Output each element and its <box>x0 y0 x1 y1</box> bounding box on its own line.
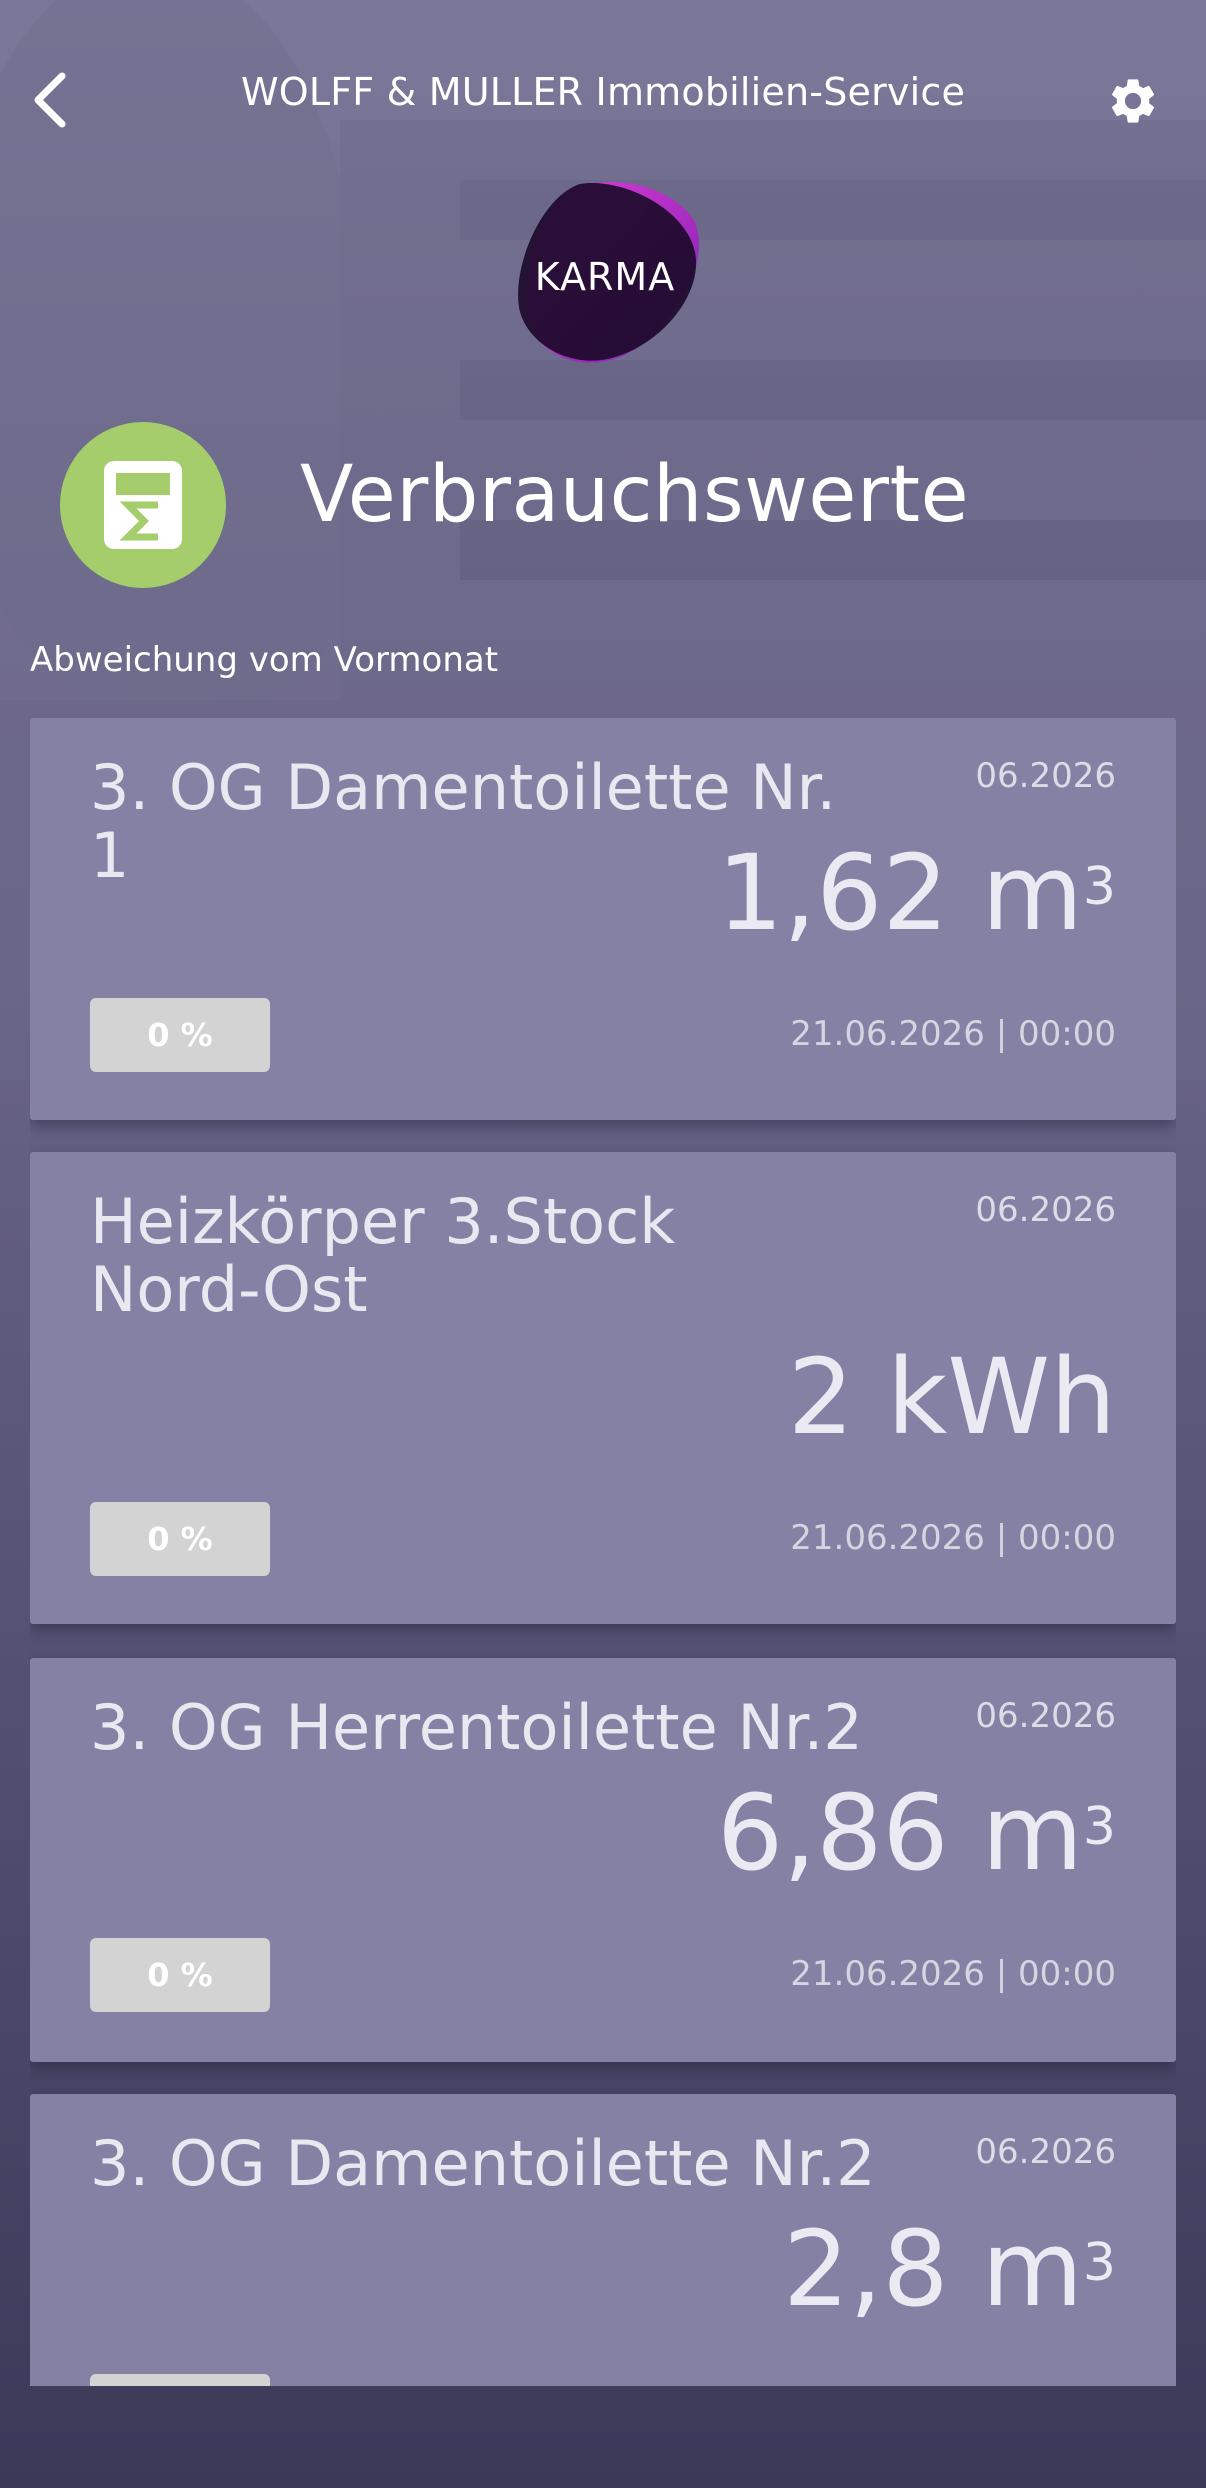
meter-card[interactable]: 3. OG Herrentoilette Nr.2 06.2026 6,86 m… <box>30 1658 1176 2062</box>
meter-value: 2,8 m3 <box>783 2208 1116 2330</box>
gear-icon <box>1111 79 1155 123</box>
meter-card[interactable]: 3. OG Damentoilette Nr. 1 06.2026 1,62 m… <box>30 718 1176 1120</box>
meter-name: Heizkörper 3.Stock Nord-Ost <box>90 1185 676 1326</box>
change-badge: 0 % <box>90 2374 270 2386</box>
meter-value: 1,62 m3 <box>716 832 1116 954</box>
meter-month: 06.2026 <box>975 1696 1116 1736</box>
header-title: WOLFF & MULLER Immobilien-Service <box>240 70 966 114</box>
settings-button[interactable] <box>1100 68 1166 134</box>
chevron-left-icon <box>34 72 66 128</box>
meter-timestamp: 21.06.2026 | 00:00 <box>790 1954 1116 1994</box>
deviation-subtitle: Abweichung vom Vormonat <box>30 640 499 680</box>
meter-value: 2 kWh <box>787 1336 1116 1458</box>
meter-month: 06.2026 <box>975 1190 1116 1230</box>
meter-card[interactable]: Heizkörper 3.Stock Nord-Ost 06.2026 2 kW… <box>30 1152 1176 1624</box>
meter-list[interactable]: 3. OG Damentoilette Nr. 1 06.2026 1,62 m… <box>30 718 1176 2386</box>
app-header: WOLFF & MULLER Immobilien-Service <box>0 0 1206 200</box>
meter-sum-icon <box>104 461 182 549</box>
change-badge: 0 % <box>90 1938 270 2012</box>
meter-card[interactable]: 3. OG Damentoilette Nr.2 06.2026 2,8 m3 … <box>30 2094 1176 2386</box>
meter-value: 6,86 m3 <box>716 1772 1116 1894</box>
meter-timestamp: 21.06.2026 | 00:00 <box>790 1518 1116 1558</box>
change-badge: 0 % <box>90 998 270 1072</box>
page-title: Verbrauchswerte <box>300 450 970 540</box>
meter-month: 06.2026 <box>975 756 1116 796</box>
karma-logo: KARMA <box>495 172 715 382</box>
back-button[interactable] <box>20 60 80 140</box>
change-badge: 0 % <box>90 1502 270 1576</box>
unit-superscript: 3 <box>1082 1797 1116 1857</box>
unit-superscript: 3 <box>1082 857 1116 917</box>
meter-name: 3. OG Herrentoilette Nr.2 <box>90 1691 863 1764</box>
logo-text: KARMA <box>534 255 676 299</box>
meter-timestamp: 21.06.2026 | 00:00 <box>790 1014 1116 1054</box>
meter-name: 3. OG Damentoilette Nr.2 <box>90 2127 876 2200</box>
meter-month: 06.2026 <box>975 2132 1116 2172</box>
consumption-section-icon <box>60 422 226 588</box>
unit-superscript: 3 <box>1082 2233 1116 2293</box>
